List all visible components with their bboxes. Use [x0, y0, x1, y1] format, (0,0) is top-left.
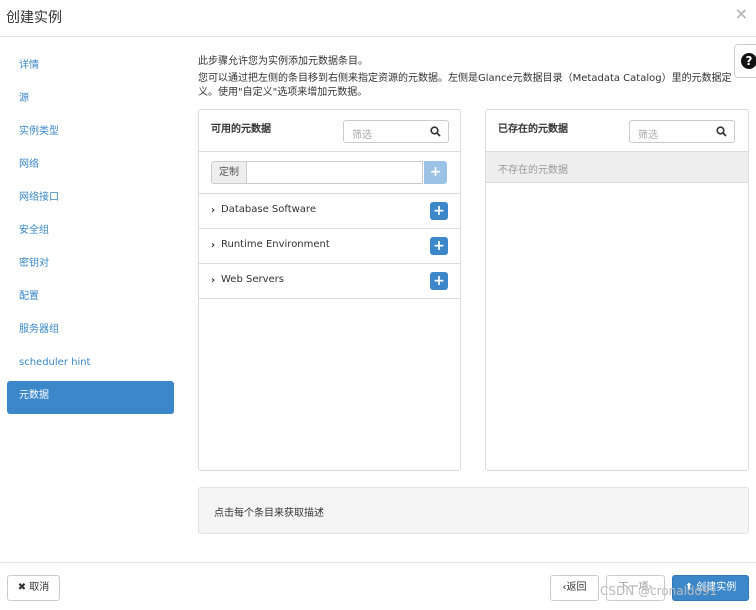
nav-item-details[interactable]: 详情 [7, 51, 174, 84]
modal-header: 创建实例 × [0, 0, 756, 37]
modal-title: 创建实例 [6, 10, 62, 26]
cancel-button[interactable]: ✖ 取消 [7, 575, 60, 601]
intro-help-text: 您可以通过把左侧的条目移到右侧来指定资源的元数据。左侧是Glance元数据目录（… [198, 73, 732, 98]
add-icon[interactable]: + [430, 202, 448, 220]
nav-item-network-ports[interactable]: 网络接口 [7, 183, 174, 216]
description-text: 点击每个条目来获取描述 [214, 508, 324, 519]
custom-metadata-row: 定制 + [199, 152, 460, 194]
existing-panel-header: 已存在的元数据 筛选 [486, 110, 748, 152]
cancel-label: 取消 [29, 582, 50, 593]
create-instance-button[interactable]: ⬆ 创建实例 [672, 575, 749, 601]
next-button[interactable]: 下一项› [606, 575, 665, 601]
available-panel-title: 可用的元数据 [211, 124, 271, 135]
available-panel-header: 可用的元数据 筛选 [199, 110, 460, 152]
nav-item-metadata[interactable]: 元数据 [7, 381, 174, 414]
close-icon: ✖ [17, 582, 27, 593]
chevron-right-icon: › [211, 205, 216, 216]
create-label: 创建实例 [696, 582, 737, 593]
filter-placeholder: 筛选 [352, 130, 372, 141]
metadata-item[interactable]: › Web Servers + [199, 264, 460, 299]
modal-footer: ✖ 取消 ‹返回 下一项› ⬆ 创建实例 [0, 562, 756, 610]
available-metadata-panel: 可用的元数据 筛选 定制 + › Database Software + › R… [198, 109, 461, 471]
filter-placeholder: 筛选 [638, 130, 658, 141]
nav-item-key-pair[interactable]: 密钥对 [7, 249, 174, 282]
existing-metadata-panel: 已存在的元数据 筛选 不存在的元数据 [485, 109, 749, 471]
search-icon [716, 126, 727, 137]
nav-item-configuration[interactable]: 配置 [7, 282, 174, 315]
metadata-item-name: Runtime Environment [221, 239, 330, 250]
close-icon[interactable]: × [735, 4, 748, 23]
description-box: 点击每个条目来获取描述 [198, 487, 749, 534]
search-icon [430, 126, 441, 137]
add-icon[interactable]: + [430, 237, 448, 255]
nav-item-flavor[interactable]: 实例类型 [7, 117, 174, 150]
custom-add-button[interactable]: + [424, 161, 447, 184]
metadata-item-name: Database Software [221, 204, 316, 215]
nav-item-security-groups[interactable]: 安全组 [7, 216, 174, 249]
metadata-item-name: Web Servers [221, 274, 284, 285]
nav-item-source[interactable]: 源 [7, 84, 174, 117]
chevron-right-icon: › [211, 275, 216, 286]
add-icon[interactable]: + [430, 272, 448, 290]
cloud-upload-icon: ⬆ [684, 582, 694, 593]
wizard-nav: 详情 源 实例类型 网络 网络接口 安全组 密钥对 配置 服务器组 schedu… [7, 51, 174, 414]
question-icon: ? [741, 53, 756, 69]
intro-text: 此步骤允许您为实例添加元数据条目。 [198, 56, 368, 67]
existing-filter-input[interactable]: 筛选 [629, 120, 735, 143]
existing-panel-title: 已存在的元数据 [498, 124, 568, 135]
metadata-item[interactable]: › Runtime Environment + [199, 229, 460, 264]
nav-item-networks[interactable]: 网络 [7, 150, 174, 183]
chevron-right-icon: › [211, 240, 216, 251]
back-button[interactable]: ‹返回 [550, 575, 599, 601]
empty-metadata-text: 不存在的元数据 [498, 165, 568, 176]
custom-label: 定制 [211, 161, 247, 184]
available-filter-input[interactable]: 筛选 [343, 120, 449, 143]
custom-metadata-input[interactable] [247, 161, 423, 184]
nav-item-server-groups[interactable]: 服务器组 [7, 315, 174, 348]
empty-metadata-row: 不存在的元数据 [486, 152, 748, 183]
nav-item-scheduler-hint[interactable]: scheduler hint [7, 348, 174, 381]
metadata-item[interactable]: › Database Software + [199, 194, 460, 229]
